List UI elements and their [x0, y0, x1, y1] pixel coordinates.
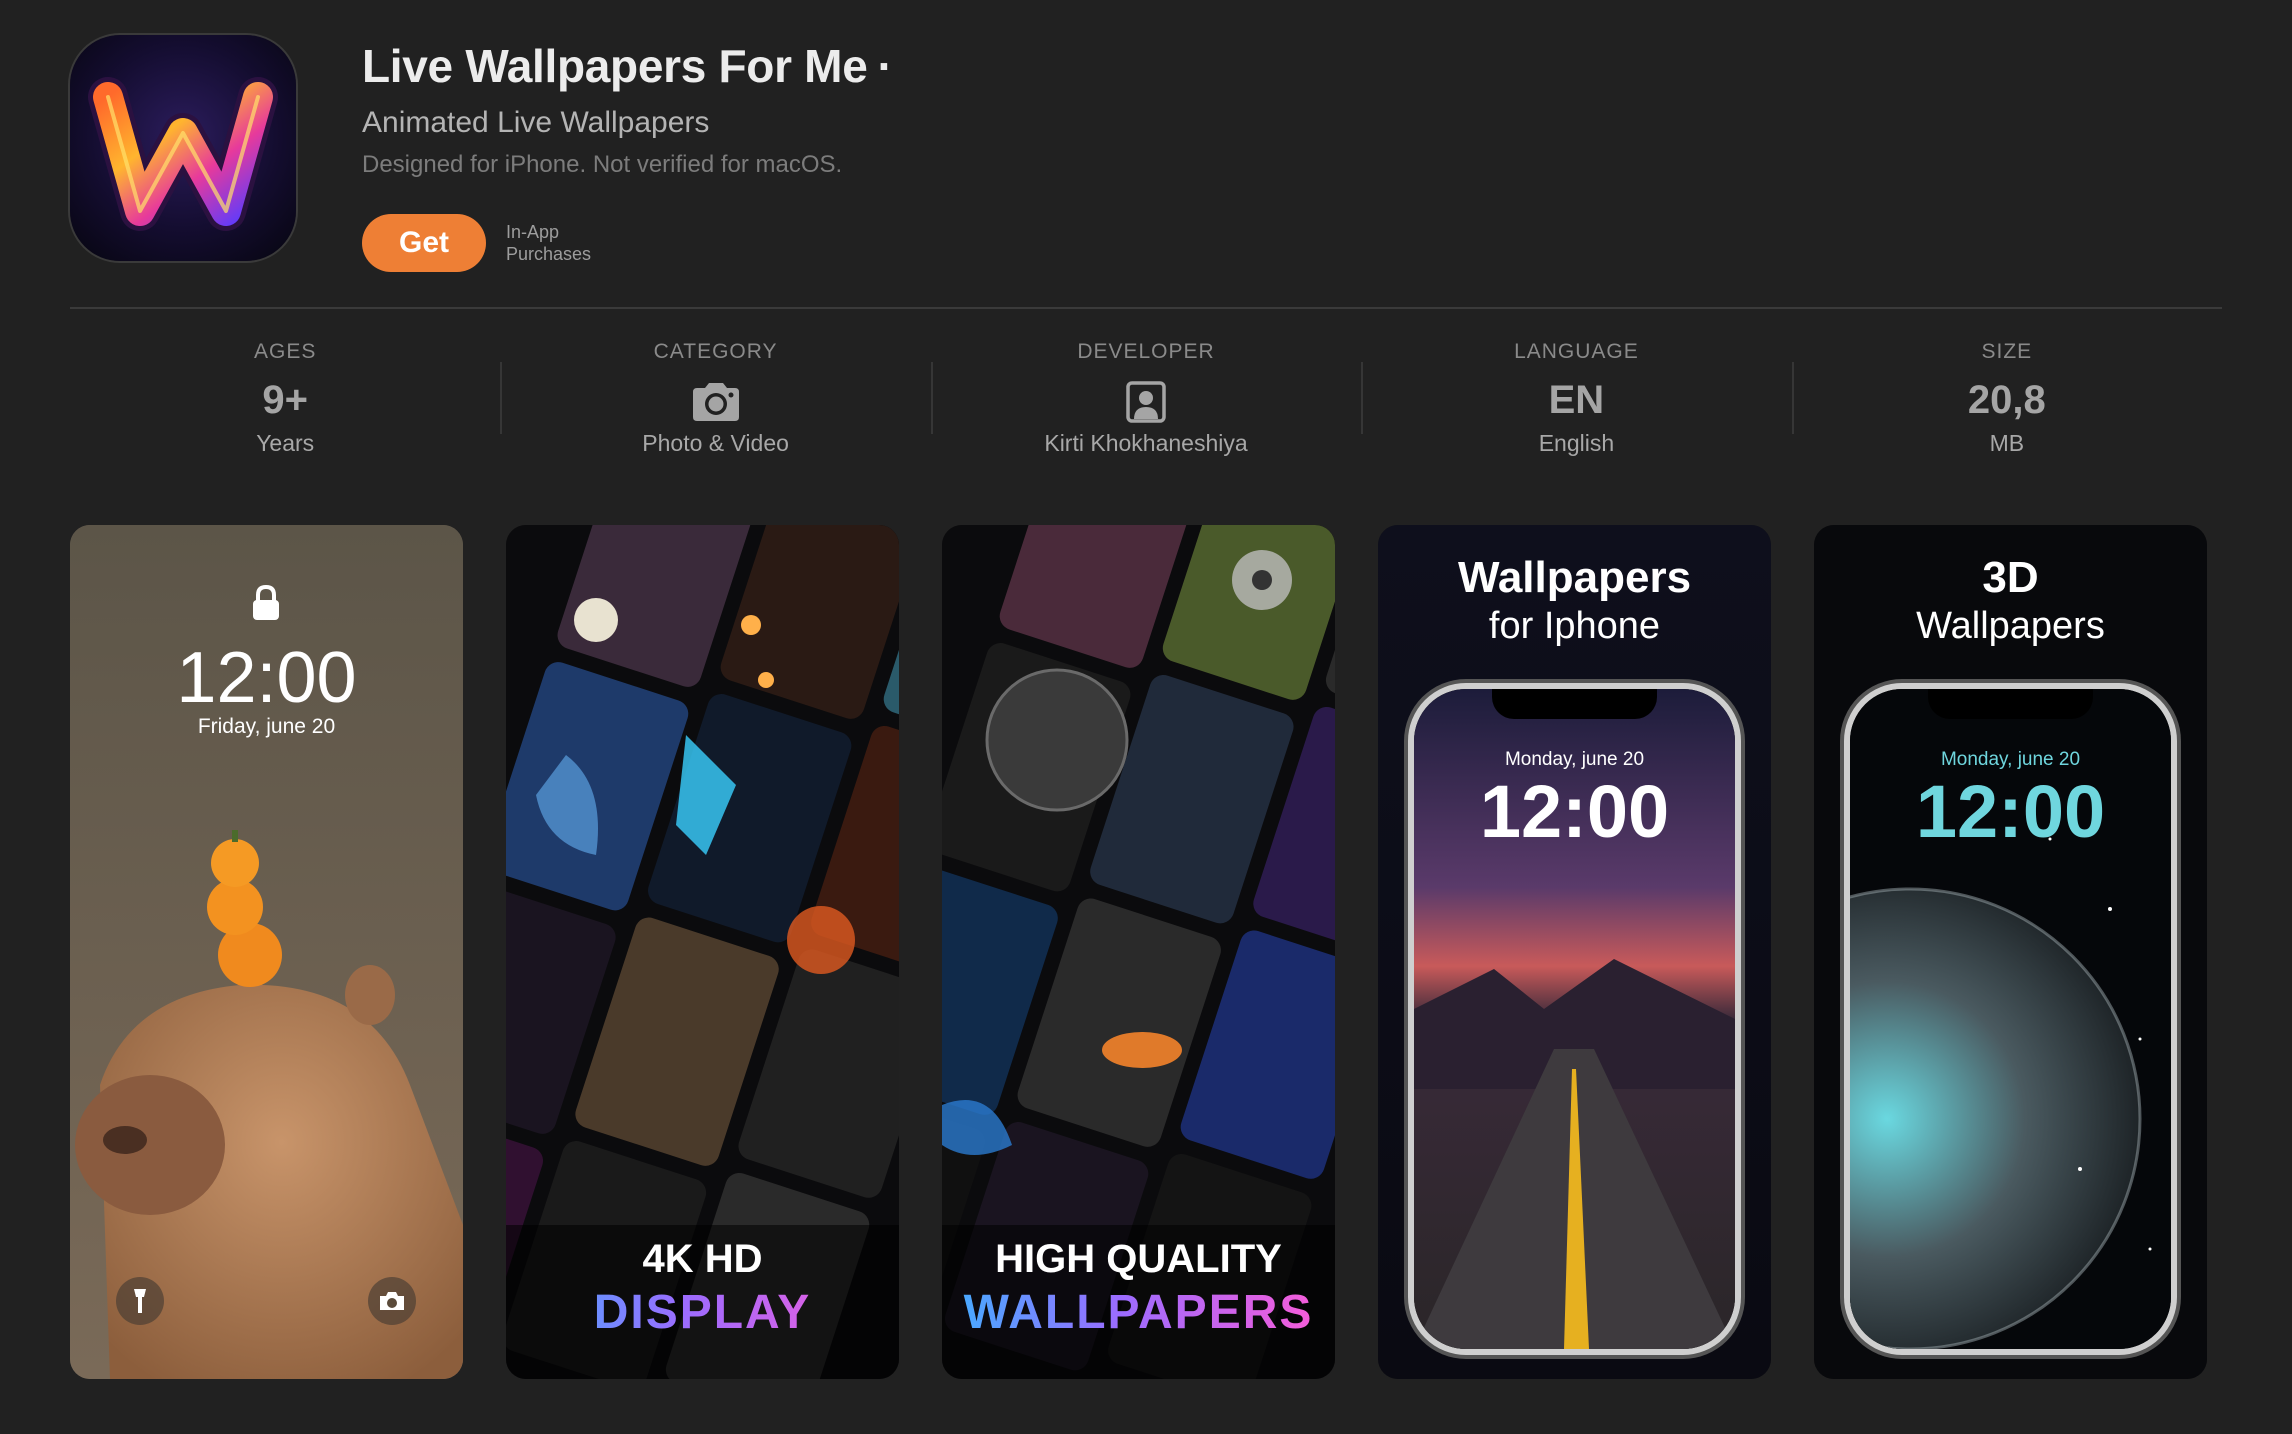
- lock-icon: [250, 584, 282, 626]
- app-store-page: Live Wallpapers For Me · Animated Live Wa…: [0, 0, 2292, 1434]
- iphone-mockup: Monday, june 20 12:00: [1408, 683, 1741, 1355]
- title-dot: ·: [877, 40, 893, 92]
- app-icon: [70, 35, 296, 261]
- info-sub: Years: [256, 430, 315, 456]
- info-value: 9+: [262, 378, 308, 422]
- phone-time: 12:00: [1915, 770, 2106, 853]
- info-label: LANGUAGE: [1514, 340, 1639, 363]
- info-sub: Kirti Khokhaneshiya: [1044, 430, 1248, 456]
- phone-time: 12:00: [1479, 770, 1670, 853]
- phone-date: Monday, june 20: [1940, 749, 2081, 770]
- info-ages: AGES 9+ Years: [70, 330, 500, 460]
- info-sub: MB: [1989, 430, 2025, 456]
- iap-line-2: Purchases: [506, 244, 592, 264]
- screenshot-2[interactable]: 4K HD DISPLAY: [506, 525, 899, 1379]
- info-label: SIZE: [1981, 340, 2033, 363]
- caption-line-1: HIGH QUALITY: [995, 1237, 1282, 1281]
- iap-line-1: In-App: [506, 222, 560, 242]
- app-title: Live Wallpapers For Me ·: [362, 38, 893, 94]
- get-row: Get In-App Purchases: [362, 214, 591, 272]
- app-subtitle: Animated Live Wallpapers: [362, 106, 710, 139]
- get-button[interactable]: Get: [362, 214, 486, 272]
- camera-icon: [500, 372, 930, 428]
- caption-line-2: WALLPAPERS: [942, 1285, 1335, 1340]
- info-label: DEVELOPER: [1077, 340, 1215, 363]
- in-app-purchases-label: In-App Purchases: [506, 221, 591, 265]
- app-header: Live Wallpapers For Me · Animated Live Wa…: [362, 38, 893, 180]
- compatibility-note: Designed for iPhone. Not verified for ma…: [362, 151, 843, 178]
- info-language: LANGUAGE EN English: [1361, 330, 1791, 460]
- info-developer[interactable]: DEVELOPER Kirti Khokhaneshiya: [930, 330, 1361, 460]
- caption-line-2: DISPLAY: [506, 1285, 899, 1340]
- screenshot-3[interactable]: HIGH QUALITY WALLPAPERS: [942, 525, 1335, 1379]
- promo-title: Wallpapers: [1457, 553, 1692, 602]
- caption-line-1: 4K HD: [642, 1237, 763, 1281]
- info-value: 20,8: [1967, 378, 2046, 422]
- iphone-mockup: Monday, june 20 12:00: [1844, 683, 2177, 1355]
- promo-title: 3D: [1982, 553, 2039, 602]
- screenshot-4[interactable]: Wallpapers for Iphone Monday, june 20 12…: [1378, 525, 1771, 1379]
- info-value: EN: [1548, 378, 1605, 422]
- lock-time: 12:00: [176, 638, 357, 718]
- app-title-text: Live Wallpapers For Me: [362, 40, 868, 92]
- info-strip: AGES 9+ Years CATEGORY Photo & Video DEV…: [70, 330, 2222, 460]
- screenshot-5[interactable]: 3D Wallpapers Monday, june 20 12:00: [1814, 525, 2207, 1379]
- info-label: AGES: [254, 340, 317, 363]
- info-sub: Photo & Video: [642, 430, 789, 456]
- info-sub: English: [1538, 430, 1615, 456]
- info-category[interactable]: CATEGORY Photo & Video: [500, 330, 930, 460]
- phone-notch: [1928, 689, 2093, 719]
- info-label: CATEGORY: [653, 340, 778, 363]
- screenshot-1[interactable]: 12:00 Friday, june 20: [70, 525, 463, 1379]
- promo-subtitle: for Iphone: [1488, 605, 1661, 647]
- lock-date: Friday, june 20: [197, 715, 336, 738]
- camera-icon: [368, 1277, 416, 1325]
- flashlight-icon: [116, 1277, 164, 1325]
- info-size: SIZE 20,8 MB: [1791, 330, 2222, 460]
- phone-notch: [1492, 689, 1657, 719]
- header-divider: [70, 307, 2222, 309]
- phone-date: Monday, june 20: [1504, 749, 1645, 770]
- person-icon: [931, 372, 1361, 428]
- promo-subtitle: Wallpapers: [1916, 605, 2105, 647]
